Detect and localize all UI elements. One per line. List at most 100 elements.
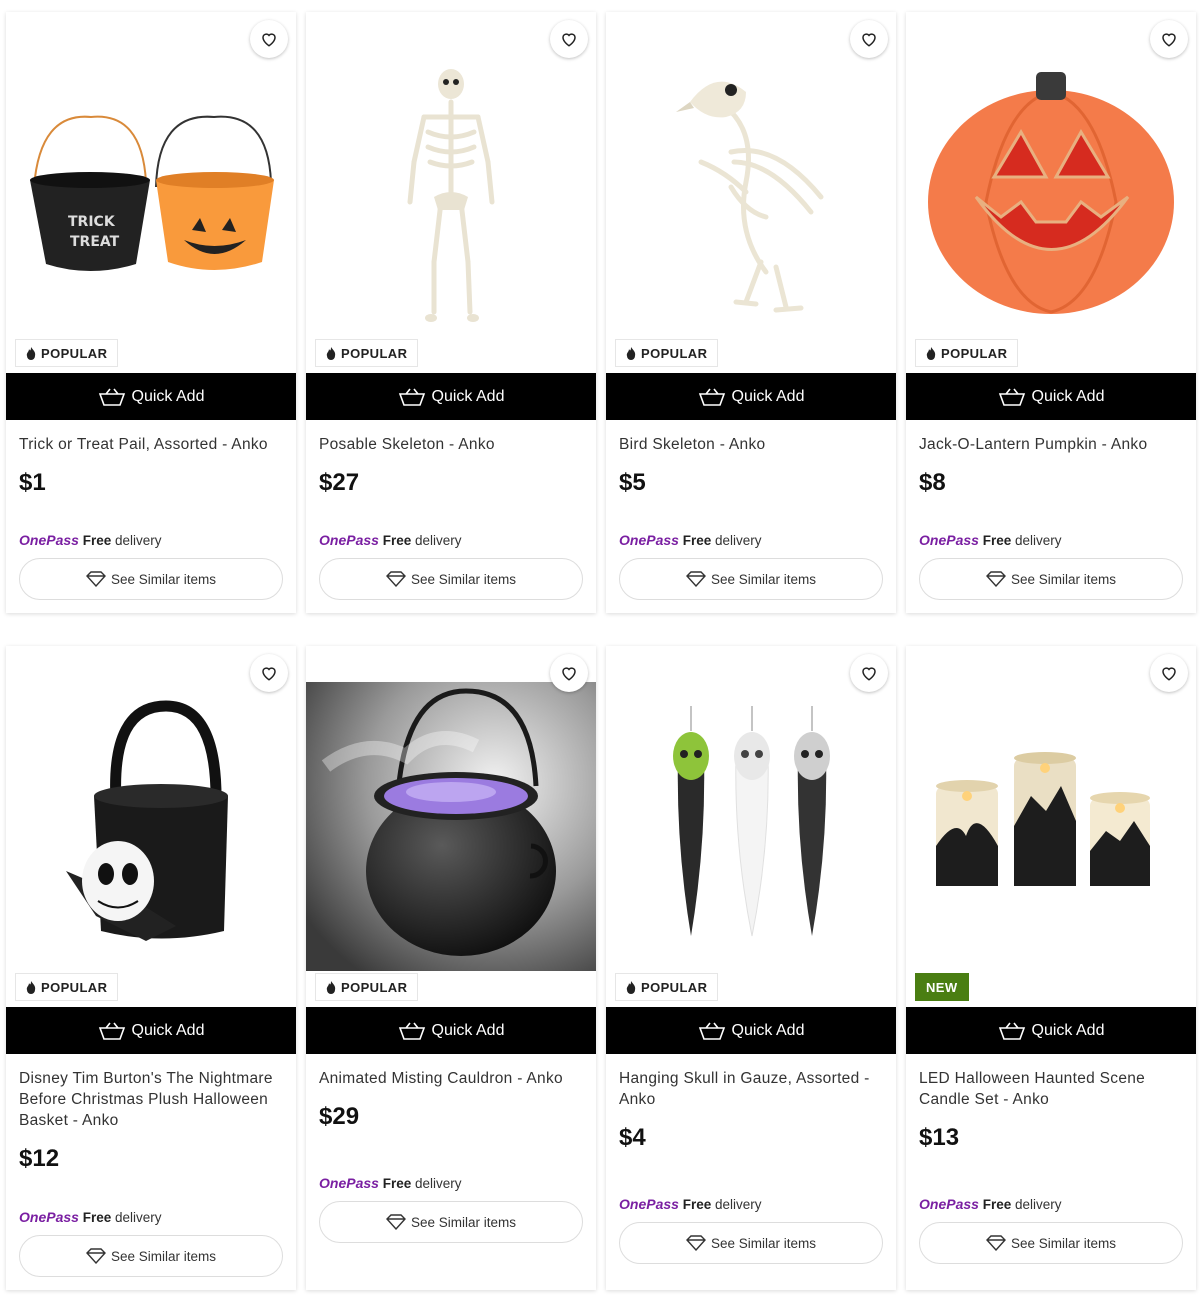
quick-add-label: Quick Add — [131, 1021, 205, 1039]
badge-label: POPULAR — [341, 345, 408, 361]
product-info: LED Halloween Haunted Scene Candle Set -… — [906, 1054, 1196, 1290]
badge-label: POPULAR — [41, 979, 108, 995]
led-candle-set-image — [936, 752, 1150, 886]
onepass-logo: OnePass — [19, 1209, 79, 1225]
product-price: $5 — [619, 469, 646, 496]
misting-cauldron-image — [306, 682, 596, 971]
product-name[interactable]: Trick or Treat Pail, Assorted - Anko — [19, 434, 283, 455]
favorite-button[interactable] — [250, 654, 288, 692]
product-price: $13 — [919, 1124, 960, 1151]
product-card[interactable]: POPULAR Quick Add Animated Misting Cauld… — [306, 646, 596, 1290]
quick-add-button[interactable]: Quick Add — [906, 373, 1196, 420]
product-name[interactable]: Disney Tim Burton's The Nightmare Before… — [19, 1068, 283, 1131]
product-info: Jack-O-Lantern Pumpkin - Anko $8 OnePass… — [906, 420, 1196, 613]
product-image[interactable]: NEW — [906, 646, 1196, 1007]
product-image[interactable]: POPULAR — [306, 646, 596, 1007]
see-similar-label: See Similar items — [1010, 571, 1117, 587]
favorite-button[interactable] — [850, 654, 888, 692]
product-card[interactable]: TRICK TREAT POPULAR Quick Add Trick or T… — [6, 12, 296, 613]
onepass-logo: OnePass — [619, 532, 679, 548]
basket-plus-icon — [698, 388, 725, 406]
flame-icon — [626, 980, 636, 994]
see-similar-label: See Similar items — [410, 1214, 517, 1230]
delivery-label: delivery — [1015, 533, 1062, 548]
quick-add-label: Quick Add — [431, 1021, 505, 1039]
product-name[interactable]: Bird Skeleton - Anko — [619, 434, 883, 455]
product-price: $27 — [319, 469, 360, 496]
svg-text:TRICK: TRICK — [68, 214, 116, 230]
product-name[interactable]: Posable Skeleton - Anko — [319, 434, 583, 455]
product-price: $1 — [19, 469, 46, 496]
favorite-button[interactable] — [550, 654, 588, 692]
product-name[interactable]: Animated Misting Cauldron - Anko — [319, 1068, 583, 1089]
favorite-button[interactable] — [1150, 654, 1188, 692]
basket-plus-icon — [698, 1022, 725, 1040]
heart-outline-icon — [1162, 33, 1176, 47]
product-image[interactable]: POPULAR — [606, 12, 896, 373]
favorite-button[interactable] — [1150, 20, 1188, 58]
delivery-label: delivery — [415, 1176, 462, 1191]
see-similar-button[interactable]: See Similar items — [19, 1235, 283, 1277]
product-card[interactable]: POPULAR Quick Add Posable Skeleton - Ank… — [306, 12, 596, 613]
basket-plus-icon — [998, 1022, 1025, 1040]
product-name[interactable]: Hanging Skull in Gauze, Assorted - Anko — [619, 1068, 883, 1110]
new-badge: NEW — [915, 973, 969, 1001]
badge-label: POPULAR — [641, 979, 708, 995]
quick-add-button[interactable]: Quick Add — [606, 1007, 896, 1054]
delivery-label: delivery — [715, 533, 762, 548]
see-similar-button[interactable]: See Similar items — [319, 1201, 583, 1243]
product-name[interactable]: LED Halloween Haunted Scene Candle Set -… — [919, 1068, 1183, 1110]
favorite-button[interactable] — [850, 20, 888, 58]
see-similar-button[interactable]: See Similar items — [919, 558, 1183, 600]
quick-add-button[interactable]: Quick Add — [6, 373, 296, 420]
delivery-label: delivery — [115, 1210, 162, 1225]
heart-outline-icon — [562, 667, 576, 681]
see-similar-button[interactable]: See Similar items — [619, 558, 883, 600]
quick-add-button[interactable]: Quick Add — [306, 1007, 596, 1054]
free-label: Free — [382, 1176, 412, 1191]
see-similar-button[interactable]: See Similar items — [319, 558, 583, 600]
favorite-button[interactable] — [250, 20, 288, 58]
bird-skeleton-image — [676, 81, 824, 313]
onepass-delivery: OnePass Free delivery — [919, 1196, 1183, 1212]
see-similar-button[interactable]: See Similar items — [619, 1222, 883, 1264]
product-card[interactable]: POPULAR Quick Add Disney Tim Burton's Th… — [6, 646, 296, 1290]
product-image[interactable]: POPULAR — [6, 646, 296, 1007]
product-image[interactable]: POPULAR — [306, 12, 596, 373]
onepass-logo: OnePass — [19, 532, 79, 548]
svg-text:TREAT: TREAT — [70, 234, 120, 250]
flame-icon — [26, 346, 36, 360]
free-label: Free — [382, 533, 412, 548]
diamond-icon — [386, 1214, 406, 1230]
see-similar-button[interactable]: See Similar items — [19, 558, 283, 600]
quick-add-button[interactable]: Quick Add — [906, 1007, 1196, 1054]
product-card[interactable]: POPULAR Quick Add Bird Skeleton - Anko $… — [606, 12, 896, 613]
product-image[interactable]: TRICK TREAT POPULAR — [6, 12, 296, 373]
product-card[interactable]: POPULAR Quick Add Hanging Skull in Gauze… — [606, 646, 896, 1290]
quick-add-label: Quick Add — [731, 387, 805, 405]
delivery-label: delivery — [415, 533, 462, 548]
product-info: Disney Tim Burton's The Nightmare Before… — [6, 1054, 296, 1290]
product-price: $8 — [919, 469, 946, 496]
quick-add-button[interactable]: Quick Add — [606, 373, 896, 420]
flame-icon — [926, 346, 936, 360]
product-name[interactable]: Jack-O-Lantern Pumpkin - Anko — [919, 434, 1183, 455]
product-image[interactable]: POPULAR — [606, 646, 896, 1007]
posable-skeleton-image — [407, 69, 495, 322]
favorite-button[interactable] — [550, 20, 588, 58]
onepass-logo: OnePass — [619, 1196, 679, 1212]
popular-badge: POPULAR — [315, 339, 419, 367]
onepass-logo: OnePass — [919, 532, 979, 548]
popular-badge: POPULAR — [315, 973, 419, 1001]
quick-add-button[interactable]: Quick Add — [6, 1007, 296, 1054]
product-image[interactable]: POPULAR — [906, 12, 1196, 373]
quick-add-button[interactable]: Quick Add — [306, 373, 596, 420]
see-similar-button[interactable]: See Similar items — [919, 1222, 1183, 1264]
badge-label: POPULAR — [641, 345, 708, 361]
quick-add-label: Quick Add — [431, 387, 505, 405]
flame-icon — [326, 346, 336, 360]
flame-icon — [326, 980, 336, 994]
product-card[interactable]: NEW Quick Add LED Halloween Haunted Scen… — [906, 646, 1196, 1290]
product-card[interactable]: POPULAR Quick Add Jack-O-Lantern Pumpkin… — [906, 12, 1196, 613]
nightmare-basket-image — [66, 700, 228, 941]
